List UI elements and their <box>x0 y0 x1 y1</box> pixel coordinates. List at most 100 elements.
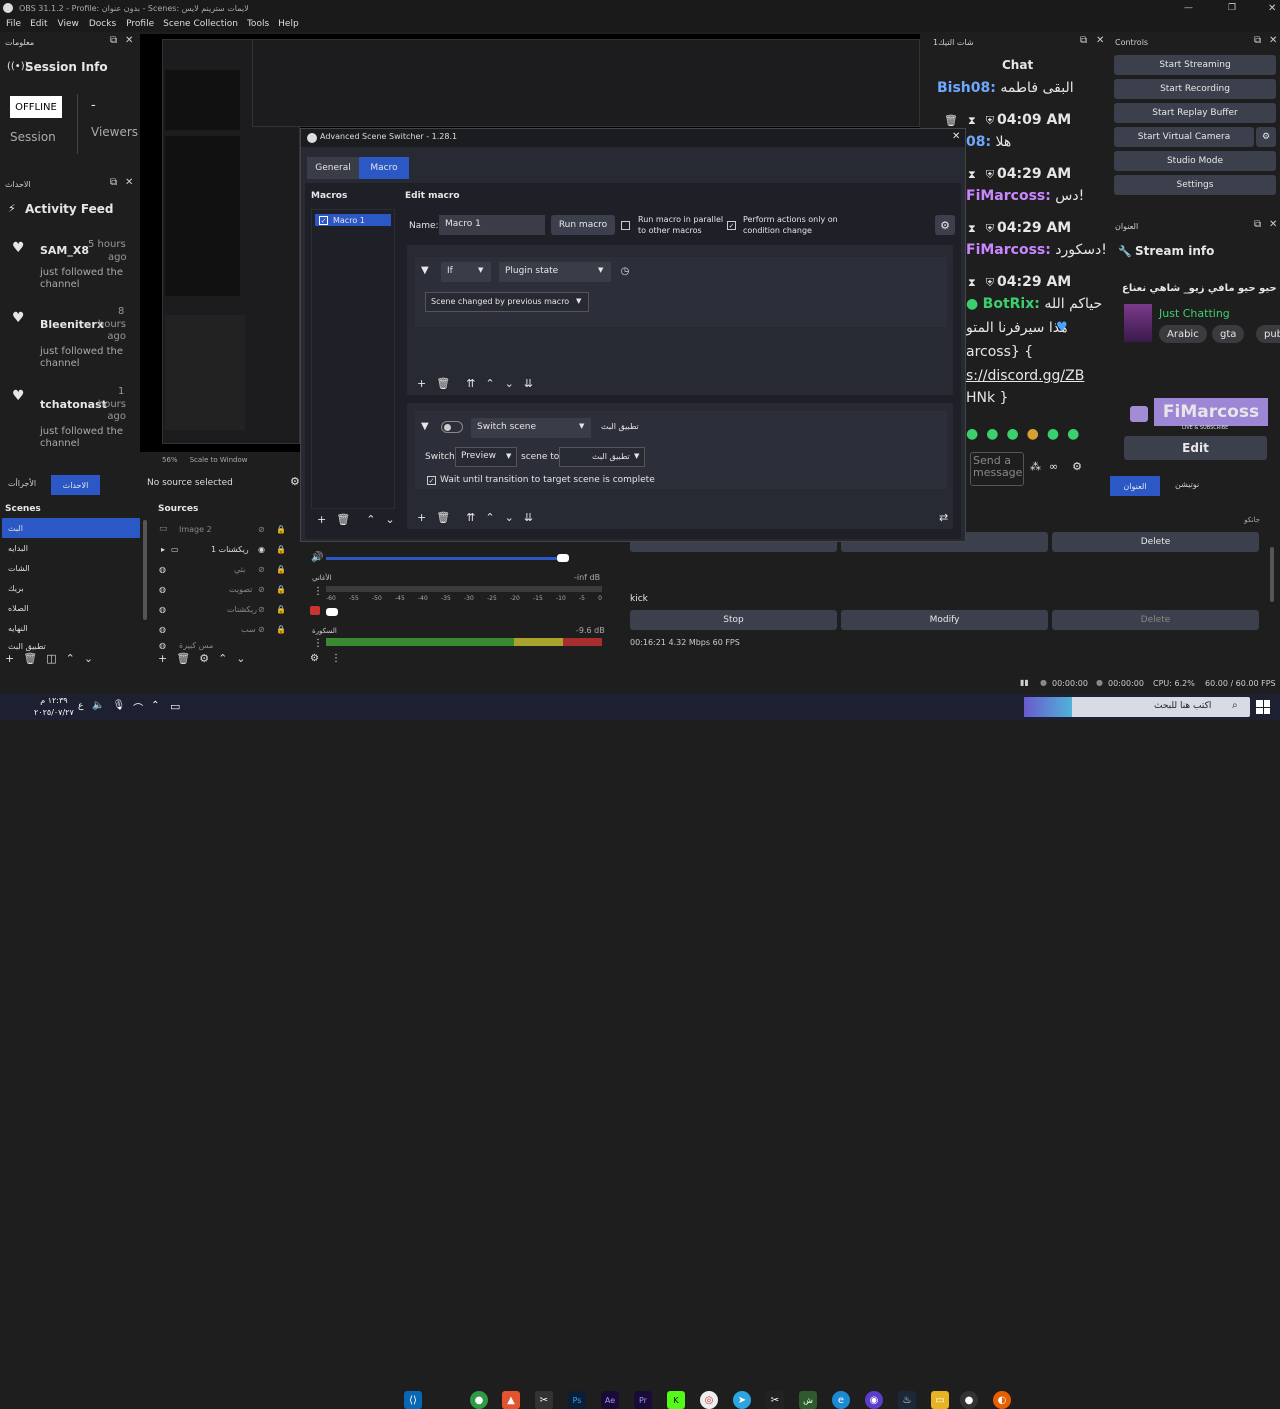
after-effects-icon[interactable]: Ae <box>601 1391 619 1409</box>
clock[interactable]: ١٢:٣٩ م ٢٠٢٥/٠٧/٢٧ <box>34 695 74 719</box>
collapse-icon[interactable]: ▼ <box>421 265 429 276</box>
source-item[interactable]: ▭ Image 2 ⊘ 🔒 <box>154 519 300 539</box>
start-recording-button[interactable]: Start Recording <box>1114 79 1276 99</box>
source-item[interactable]: ◍ سب ⊘ 🔒 <box>154 619 300 639</box>
float-icon[interactable]: ⧉ <box>1254 35 1261 46</box>
bottom-icon[interactable]: ⇊ <box>524 511 533 524</box>
send-message-input[interactable]: Send a message <box>970 452 1024 486</box>
scene-item[interactable]: بريك <box>2 578 140 598</box>
delete-button[interactable]: Delete <box>1052 532 1259 552</box>
up-icon[interactable]: ⌃ <box>485 511 494 524</box>
close-dock-icon[interactable]: ✕ <box>1096 35 1104 46</box>
users-icon[interactable]: ⁂ <box>1030 460 1041 473</box>
hourglass-icon[interactable]: ⧗ <box>968 276 976 290</box>
infinity-icon[interactable]: ∞ <box>1049 460 1058 473</box>
add-icon[interactable]: + <box>417 511 426 524</box>
target-scene-select[interactable]: تطبيق البث ▼ <box>559 447 645 467</box>
eye-hidden-icon[interactable]: ⊘ <box>258 565 265 574</box>
up-icon[interactable]: ⌃ <box>366 513 375 526</box>
menu-tools[interactable]: Tools <box>247 19 269 29</box>
menu-dots-icon[interactable]: ⋮ <box>313 638 323 649</box>
start-replay-buffer-button[interactable]: Start Replay Buffer <box>1114 103 1276 123</box>
close-dock-icon[interactable]: ✕ <box>125 35 133 46</box>
add-icon[interactable]: + <box>158 652 167 665</box>
settings-button[interactable]: Settings <box>1114 175 1276 195</box>
add-icon[interactable]: + <box>417 377 426 390</box>
trash-icon[interactable]: 🗑 <box>336 513 350 526</box>
wifi-icon[interactable]: ⌒ <box>133 700 143 715</box>
edit-button[interactable]: Edit <box>1124 436 1267 460</box>
down-icon[interactable]: ⌄ <box>84 652 93 665</box>
scene-item[interactable]: الصلاه <box>2 598 140 618</box>
edge-icon[interactable]: e <box>832 1391 850 1409</box>
action-center-icon[interactable]: ▭ <box>170 700 180 713</box>
tab-title[interactable]: العنوان <box>1110 476 1160 496</box>
modify-button[interactable]: Modify <box>841 610 1048 630</box>
windows-start-icon[interactable] <box>1256 700 1270 714</box>
stop-button[interactable]: Stop <box>630 610 837 630</box>
volume-icon[interactable]: 🔈 <box>92 700 104 715</box>
arabic-app-icon[interactable]: ش <box>799 1391 817 1409</box>
shield-icon[interactable]: ⛨ <box>986 168 994 182</box>
trash-icon[interactable]: 🗑 <box>176 652 190 665</box>
float-icon[interactable]: ⧉ <box>1254 219 1261 230</box>
delete-button[interactable]: Delete <box>1052 610 1259 630</box>
gear-icon[interactable]: ⚙ <box>199 652 209 665</box>
brave-icon[interactable]: ▲ <box>502 1391 520 1409</box>
clock-icon[interactable]: ◷ <box>617 263 633 279</box>
capcut-icon[interactable]: ✂ <box>535 1391 553 1409</box>
float-icon[interactable]: ⧉ <box>110 35 117 46</box>
app-icon[interactable]: ◎ <box>700 1391 718 1409</box>
macro-settings-button[interactable]: ⚙ <box>935 215 955 235</box>
menu-profile[interactable]: Profile <box>126 19 154 29</box>
trash-icon[interactable]: 🗑 <box>944 114 958 128</box>
collapse-icon[interactable]: ▼ <box>421 421 429 432</box>
logic-select[interactable]: If ▼ <box>441 262 491 282</box>
chat-link[interactable]: s://discord.gg/ZB <box>966 368 1084 384</box>
photoshop-icon[interactable]: Ps <box>568 1391 586 1409</box>
speaker-icon[interactable]: 🔊 <box>311 552 323 563</box>
hourglass-icon[interactable]: ⧗ <box>968 168 976 182</box>
scale-mode[interactable]: Scale to Window <box>190 456 248 464</box>
explorer-icon[interactable]: ▭ <box>931 1391 949 1409</box>
wait-checkbox[interactable]: ✓ <box>427 476 436 485</box>
macro-name-input[interactable]: Macro 1 <box>439 215 545 235</box>
maximize-icon[interactable]: ❐ <box>1228 3 1236 13</box>
close-icon[interactable]: ✕ <box>1268 3 1276 14</box>
down-icon[interactable]: ⌄ <box>385 513 394 526</box>
source-item[interactable]: ◍ ريكشنات ⊘ 🔒 <box>154 599 300 619</box>
down-icon[interactable]: ⌄ <box>505 377 514 390</box>
eye-hidden-icon[interactable]: ⊘ <box>258 625 265 634</box>
tab-macro[interactable]: Macro <box>359 157 409 179</box>
chevron-up-icon[interactable]: ⌃ <box>151 700 159 715</box>
bottom-icon[interactable]: ⇊ <box>524 377 533 390</box>
start-virtual-camera-button[interactable]: Start Virtual Camera <box>1114 127 1254 147</box>
tab-events[interactable]: الاحداث <box>51 475 100 495</box>
float-icon[interactable]: ⧉ <box>110 177 117 188</box>
shield-icon[interactable]: ⛨ <box>986 276 994 290</box>
vscode-icon[interactable]: ⟨⟩ <box>404 1391 422 1409</box>
action-type-select[interactable]: Switch scene ▼ <box>471 418 591 438</box>
menu-help[interactable]: Help <box>278 19 299 29</box>
hourglass-icon[interactable]: ⧗ <box>968 222 976 236</box>
category-name[interactable]: Just Chatting <box>1159 307 1230 320</box>
volume-slider[interactable] <box>326 557 566 560</box>
source-item[interactable]: ◍ مس كبيرة <box>154 639 300 651</box>
parallel-checkbox[interactable] <box>621 221 630 230</box>
menu-view[interactable]: View <box>58 19 79 29</box>
condition-type-select[interactable]: Plugin state ▼ <box>499 262 611 282</box>
close-dock-icon[interactable]: ✕ <box>1269 219 1277 230</box>
close-icon[interactable]: ✕ <box>952 131 960 142</box>
search-box[interactable]: اكتب هنا للبحث ⌕ <box>1024 697 1250 717</box>
action-toggle[interactable] <box>441 421 463 433</box>
menu-docks[interactable]: Docks <box>89 19 116 29</box>
eye-hidden-icon[interactable]: ⊘ <box>258 605 265 614</box>
gear-icon[interactable]: ⚙ <box>310 653 319 664</box>
up-icon[interactable]: ⌃ <box>66 652 75 665</box>
condition-state-select[interactable]: Scene changed by previous macro ▼ <box>425 292 589 312</box>
streamlabs-icon[interactable]: ◉ <box>865 1391 883 1409</box>
up-icon[interactable]: ⌃ <box>218 652 227 665</box>
tab-notifications[interactable]: نوتيشن <box>1175 480 1199 489</box>
add-icon[interactable]: + <box>317 513 326 526</box>
condition-checkbox[interactable]: ✓ <box>727 221 736 230</box>
